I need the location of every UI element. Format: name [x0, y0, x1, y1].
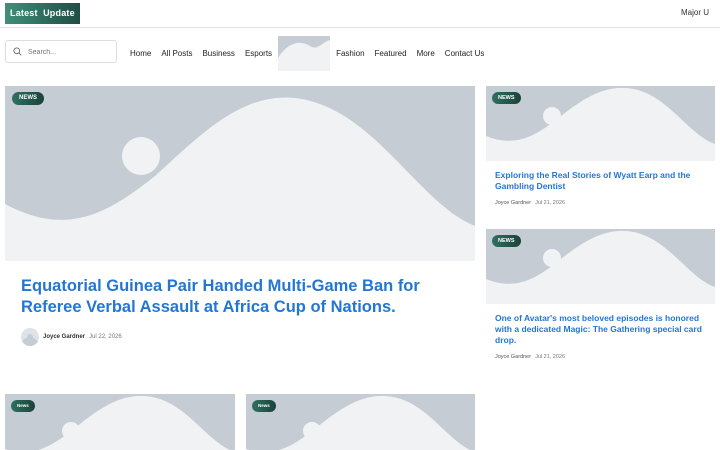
site-logo-image[interactable] [278, 36, 331, 71]
side-article-meta: Joyce Gardner Jul 21, 2026 [495, 200, 565, 206]
side-article-image-placeholder[interactable]: NEWS [486, 86, 715, 161]
bottom-card-image-placeholder[interactable]: News [246, 394, 475, 450]
nav-item-esports[interactable]: Esports [245, 49, 272, 58]
nav-item-home[interactable]: Home [130, 49, 151, 58]
nav-item-more[interactable]: More [417, 49, 435, 58]
featured-image-placeholder[interactable]: NEWS [5, 86, 475, 261]
image-placeholder-icon [246, 395, 471, 450]
search-box[interactable] [5, 40, 117, 63]
search-icon [13, 47, 22, 56]
nav-item-fashion[interactable]: Fashion [336, 49, 364, 58]
avatar[interactable] [21, 328, 39, 346]
author-name[interactable]: Joyce Gardner [495, 354, 531, 360]
post-date: Jul 21, 2026 [535, 354, 566, 360]
featured-category-tag[interactable]: NEWS [12, 92, 44, 105]
side-article-title[interactable]: One of Avatar's most beloved episodes is… [495, 313, 709, 346]
nav-item-contact-us[interactable]: Contact Us [445, 49, 485, 58]
side-article-image-placeholder[interactable]: NEWS [486, 229, 715, 304]
author-name[interactable]: Joyce Gardner [43, 334, 85, 340]
nav-item-business[interactable]: Business [202, 49, 234, 58]
bottom-card-category-tag[interactable]: News [11, 400, 35, 412]
post-date: Jul 22, 2026 [89, 334, 122, 340]
nav-item-featured[interactable]: Featured [375, 49, 407, 58]
news-ticker-text[interactable]: Major U [681, 8, 709, 17]
main-nav: Home All Posts Business Esports Fashion … [130, 36, 485, 71]
side-article-category-tag[interactable]: NEWS [492, 92, 521, 104]
featured-title[interactable]: Equatorial Guinea Pair Handed Multi-Game… [21, 276, 441, 318]
header-nav-row: Home All Posts Business Esports Fashion … [0, 30, 720, 71]
nav-item-all-posts[interactable]: All Posts [161, 49, 192, 58]
author-name[interactable]: Joyce Gardner [495, 200, 531, 206]
search-input[interactable] [28, 44, 114, 60]
image-placeholder-icon [5, 395, 231, 450]
top-bar: Latest Update Major U [0, 0, 720, 28]
bottom-card-category-tag[interactable]: News [252, 400, 276, 412]
post-date: Jul 21, 2026 [535, 200, 566, 206]
image-placeholder-icon [5, 97, 475, 261]
bottom-card-image-placeholder[interactable]: News [5, 394, 235, 450]
avatar-icon [21, 334, 39, 346]
side-article-meta: Joyce Gardner Jul 21, 2026 [495, 354, 565, 360]
side-article-title[interactable]: Exploring the Real Stories of Wyatt Earp… [495, 170, 709, 192]
side-article-category-tag[interactable]: NEWS [492, 235, 521, 247]
featured-meta: Joyce Gardner Jul 22, 2026 [21, 328, 122, 346]
latest-update-badge: Latest Update [5, 3, 80, 24]
